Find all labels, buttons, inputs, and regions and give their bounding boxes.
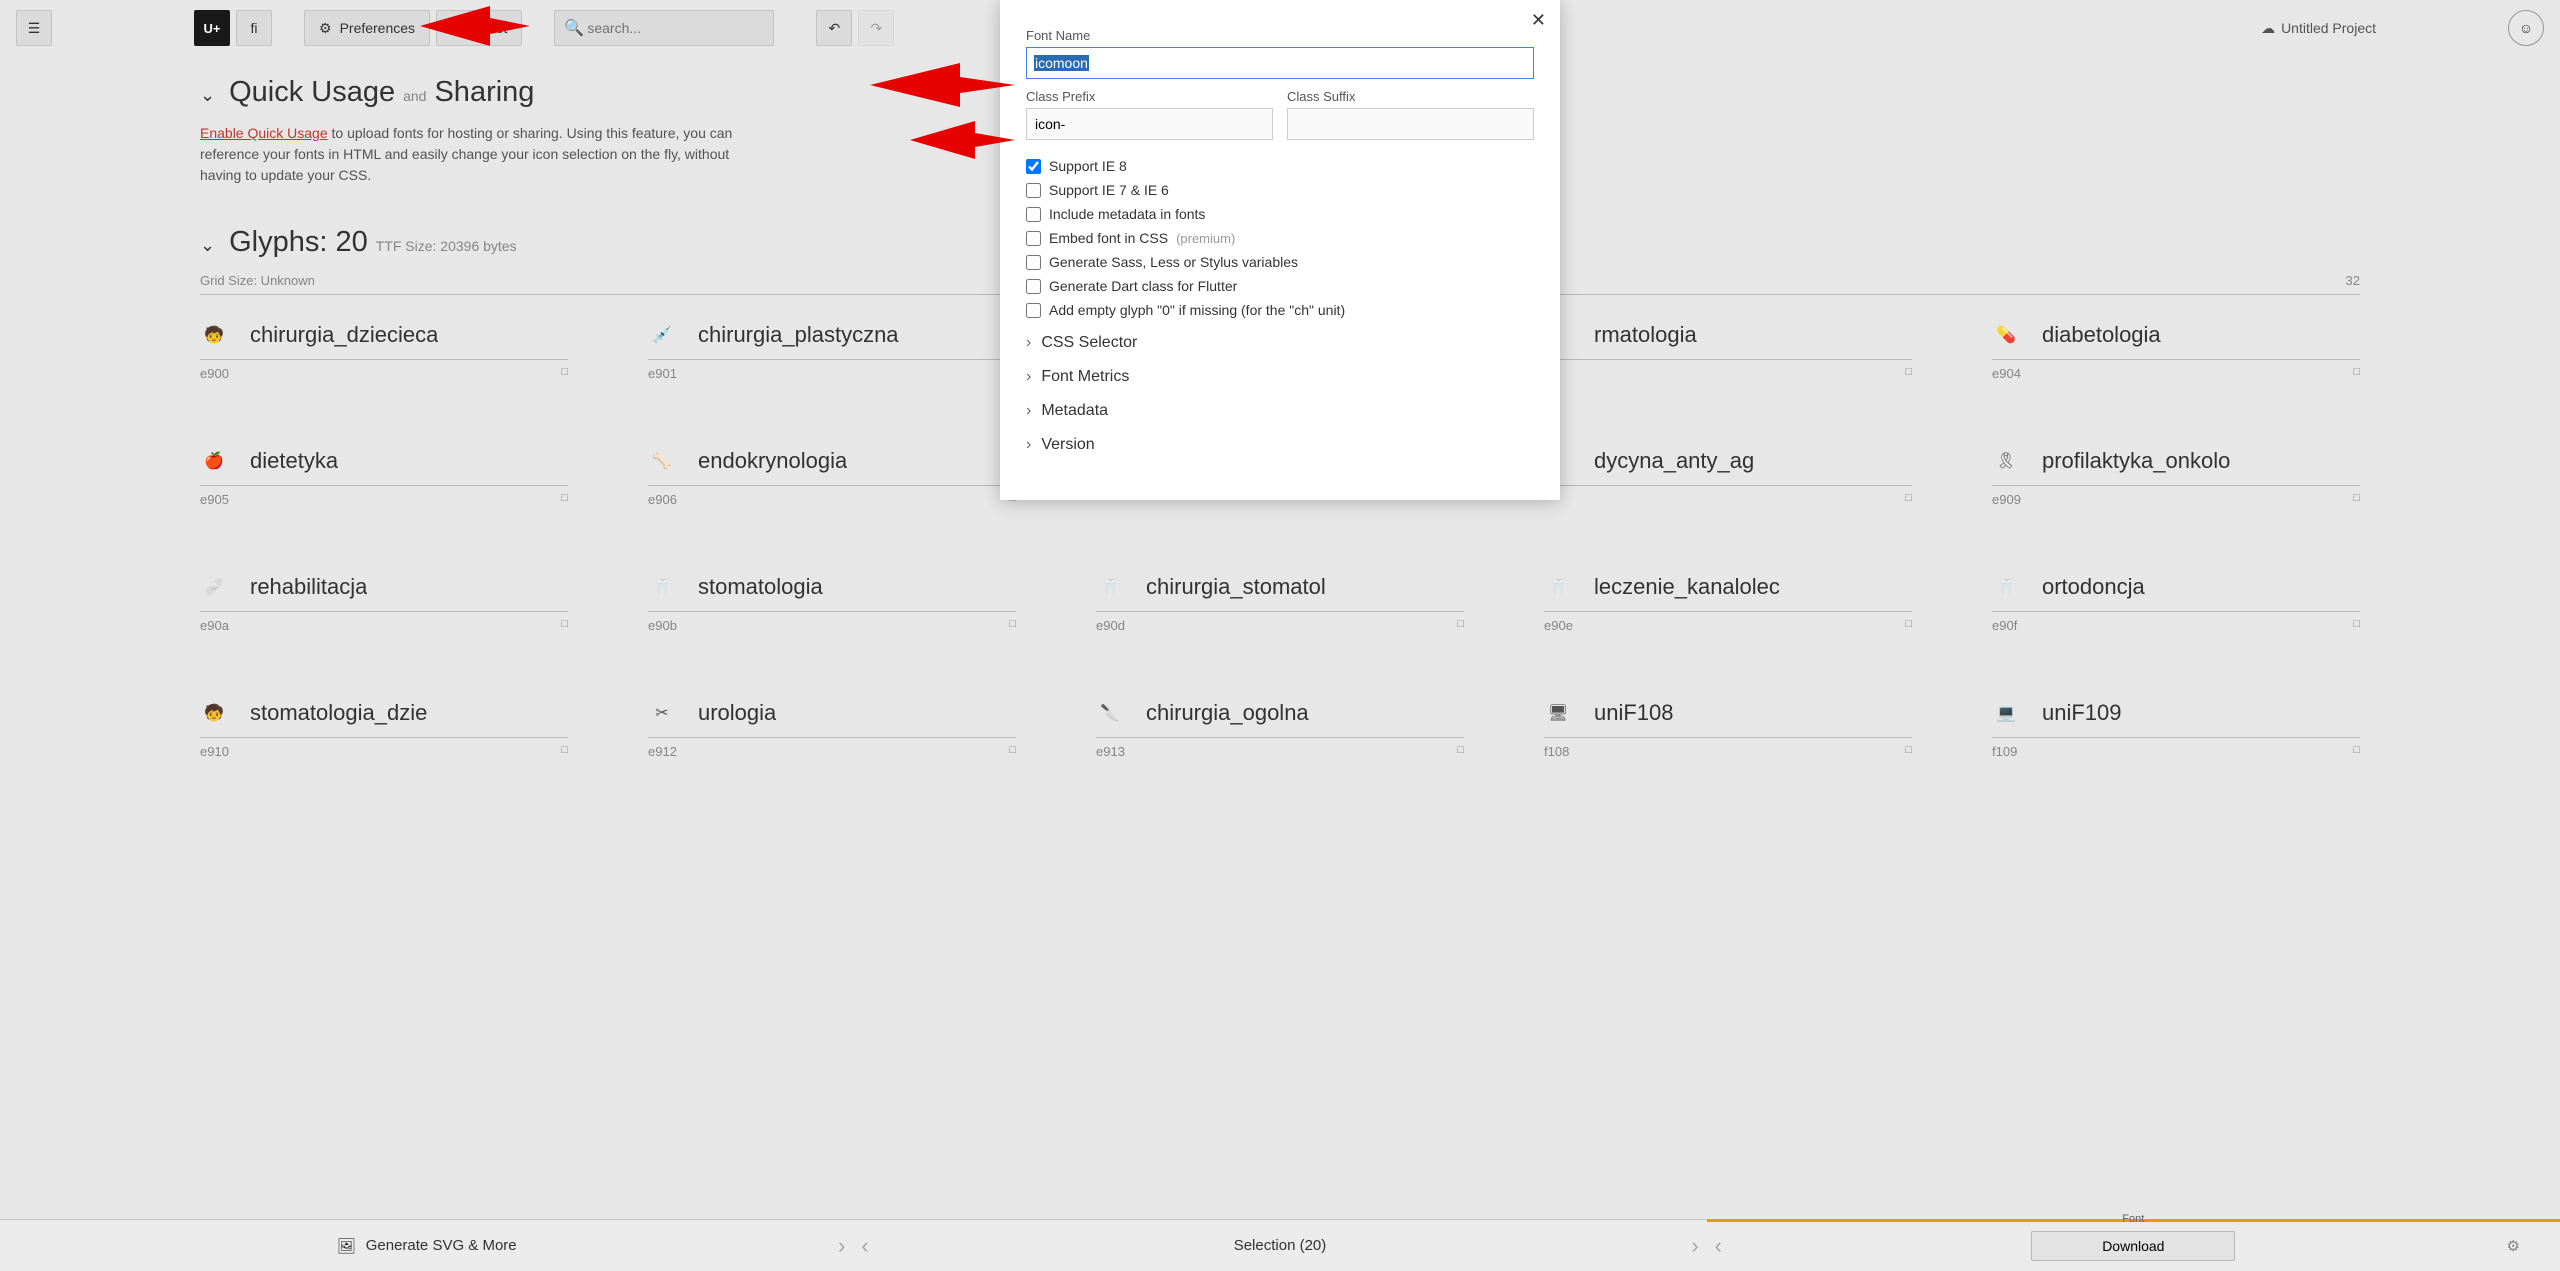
checkbox-empty-glyph[interactable]: Add empty glyph "0" if missing (for the … (1026, 302, 1534, 318)
chevron-right-icon: › (1026, 436, 1031, 454)
checkbox-embed[interactable]: Embed font in CSS (premium) (1026, 230, 1534, 246)
font-name-input[interactable] (1026, 47, 1534, 79)
checkbox-ie8[interactable]: Support IE 8 (1026, 158, 1534, 174)
class-suffix-input[interactable] (1287, 108, 1534, 140)
class-prefix-input[interactable] (1026, 108, 1273, 140)
chevron-right-icon: › (1026, 334, 1031, 352)
checkbox-ie76-input[interactable] (1026, 183, 1041, 198)
preferences-modal: ✕ Font Name icomoon Class Prefix Class S… (1000, 0, 1560, 500)
expand-css-selector[interactable]: ›CSS Selector (1026, 334, 1534, 352)
chevron-right-icon: › (1026, 402, 1031, 420)
checkbox-empty-glyph-input[interactable] (1026, 303, 1041, 318)
checkbox-dart-input[interactable] (1026, 279, 1041, 294)
checkbox-ie76[interactable]: Support IE 7 & IE 6 (1026, 182, 1534, 198)
class-suffix-label: Class Suffix (1287, 89, 1534, 104)
expand-metadata[interactable]: ›Metadata (1026, 402, 1534, 420)
checkbox-sass-input[interactable] (1026, 255, 1041, 270)
expand-font-metrics[interactable]: ›Font Metrics (1026, 368, 1534, 386)
checkbox-metadata-input[interactable] (1026, 207, 1041, 222)
checkbox-ie8-input[interactable] (1026, 159, 1041, 174)
close-icon[interactable]: ✕ (1531, 10, 1546, 31)
expand-version[interactable]: ›Version (1026, 436, 1534, 454)
checkbox-metadata[interactable]: Include metadata in fonts (1026, 206, 1534, 222)
chevron-right-icon: › (1026, 368, 1031, 386)
font-name-label: Font Name (1026, 28, 1534, 43)
checkbox-dart[interactable]: Generate Dart class for Flutter (1026, 278, 1534, 294)
checkbox-embed-input[interactable] (1026, 231, 1041, 246)
checkbox-sass[interactable]: Generate Sass, Less or Stylus variables (1026, 254, 1534, 270)
class-prefix-label: Class Prefix (1026, 89, 1273, 104)
font-name-selected-text: icomoon (1034, 55, 1089, 71)
